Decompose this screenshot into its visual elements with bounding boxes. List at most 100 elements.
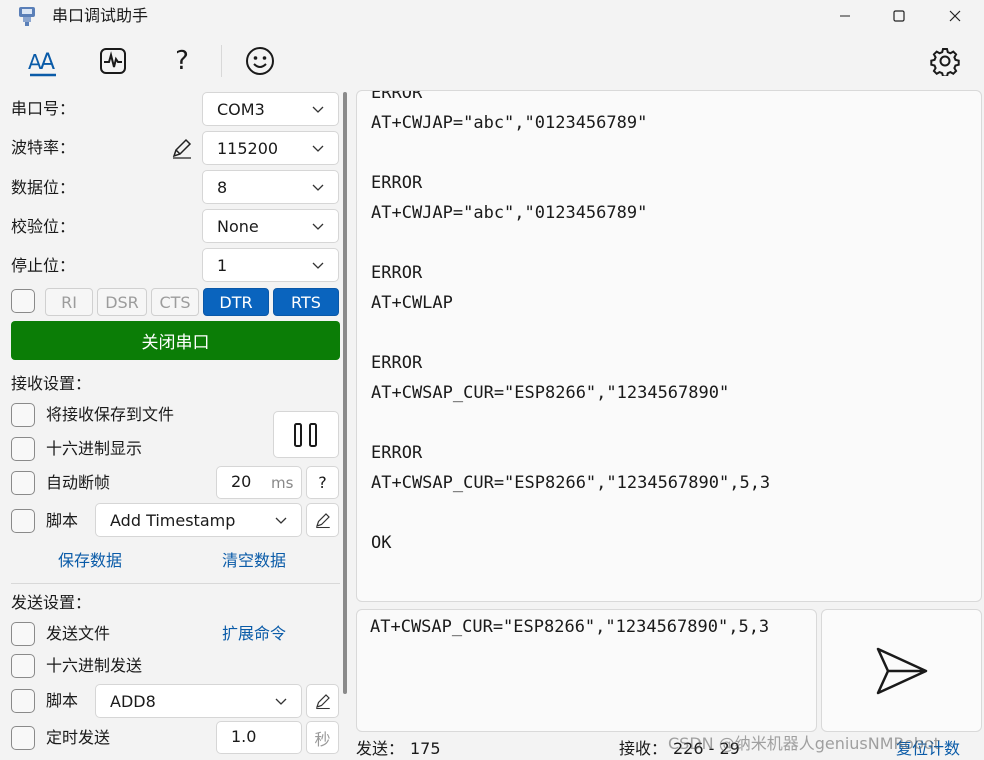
smiley-icon[interactable] bbox=[240, 43, 280, 79]
received-count-label: 接收： bbox=[619, 739, 668, 758]
stopbits-label: 停止位： bbox=[11, 256, 76, 275]
save-data-link[interactable]: 保存数据 bbox=[58, 550, 122, 572]
interval-unit: 秒 bbox=[306, 721, 339, 754]
timed-send-checkbox[interactable] bbox=[11, 726, 35, 750]
log-line: ERROR bbox=[371, 353, 423, 373]
chevron-down-icon bbox=[312, 223, 324, 230]
log-line: ERROR bbox=[371, 90, 423, 103]
extended-commands-link[interactable]: 扩展命令 bbox=[222, 623, 286, 645]
send-arrow-icon bbox=[876, 647, 927, 694]
send-file-checkbox[interactable] bbox=[11, 622, 35, 646]
databits-label: 数据位： bbox=[11, 178, 76, 197]
send-input-text: AT+CWSAP_CUR="ESP8266","1234567890",5,3 bbox=[370, 617, 770, 637]
chevron-down-icon bbox=[312, 184, 324, 191]
rts-toggle[interactable]: RTS bbox=[273, 288, 339, 316]
frame-ms-input[interactable]: 20 ms bbox=[216, 466, 302, 499]
chevron-down-icon bbox=[312, 145, 324, 152]
log-line: AT+CWJAP="abc","0123456789" bbox=[371, 203, 648, 223]
waveform-icon[interactable] bbox=[93, 43, 133, 79]
send-script-edit-button[interactable] bbox=[306, 684, 339, 718]
interval-value: 1.0 bbox=[231, 727, 257, 746]
send-script-checkbox[interactable] bbox=[11, 689, 35, 713]
baud-select[interactable]: 115200 bbox=[202, 131, 339, 165]
frame-ms-value: 20 bbox=[231, 472, 252, 491]
hex-display-label: 十六进制显示 bbox=[46, 439, 143, 458]
close-button[interactable] bbox=[932, 0, 978, 32]
save-to-file-label: 将接收保存到文件 bbox=[46, 405, 175, 424]
save-to-file-checkbox[interactable] bbox=[11, 403, 35, 427]
dtr-toggle[interactable]: DTR bbox=[203, 288, 269, 316]
databits-select[interactable]: 8 bbox=[202, 170, 339, 204]
parity-value: None bbox=[217, 216, 259, 236]
port-value: COM3 bbox=[217, 99, 265, 119]
send-script-select[interactable]: ADD8 bbox=[95, 684, 302, 718]
send-script-label: 脚本 bbox=[46, 691, 79, 710]
help-icon[interactable]: ? bbox=[162, 43, 202, 79]
svg-text:A: A bbox=[40, 50, 55, 75]
log-line: ERROR bbox=[371, 263, 423, 283]
receive-settings-heading: 接收设置： bbox=[11, 374, 92, 393]
databits-value: 8 bbox=[217, 177, 228, 197]
hex-display-checkbox[interactable] bbox=[11, 437, 35, 461]
send-script-value: ADD8 bbox=[110, 691, 156, 711]
frame-help-button[interactable]: ? bbox=[306, 466, 339, 499]
section-divider bbox=[11, 583, 340, 584]
close-port-button[interactable]: 关闭串口 bbox=[11, 321, 340, 360]
receive-script-edit-button[interactable] bbox=[306, 503, 339, 537]
parity-label: 校验位： bbox=[11, 217, 76, 236]
log-line: ERROR bbox=[371, 173, 423, 193]
watermark: CSDN @纳米机器人geniusNMRobot bbox=[668, 734, 940, 753]
receive-script-checkbox[interactable] bbox=[11, 509, 35, 533]
timed-send-label: 定时发送 bbox=[46, 728, 111, 747]
send-settings-heading: 发送设置： bbox=[11, 593, 92, 612]
receive-log[interactable]: ERROR AT+CWJAP="abc","0123456789" ERROR … bbox=[356, 90, 982, 602]
stopbits-value: 1 bbox=[217, 255, 228, 275]
interval-input[interactable]: 1.0 bbox=[216, 721, 302, 754]
toolbar-separator bbox=[221, 45, 222, 77]
frame-ms-unit: ms bbox=[271, 474, 294, 492]
send-button[interactable] bbox=[821, 609, 982, 732]
chevron-down-icon bbox=[312, 262, 324, 269]
maximize-button[interactable] bbox=[876, 0, 922, 32]
log-line: AT+CWSAP_CUR="ESP8266","1234567890" bbox=[371, 383, 730, 403]
parity-select[interactable]: None bbox=[202, 209, 339, 243]
settings-gear-icon[interactable] bbox=[925, 43, 965, 79]
cts-indicator[interactable]: CTS bbox=[151, 288, 199, 316]
serial-app-icon bbox=[16, 5, 38, 27]
baud-label: 波特率： bbox=[11, 138, 76, 157]
auto-frame-checkbox[interactable] bbox=[11, 471, 35, 495]
receive-script-select[interactable]: Add Timestamp bbox=[95, 503, 302, 537]
log-line: AT+CWSAP_CUR="ESP8266","1234567890",5,3 bbox=[371, 473, 771, 493]
hex-send-label: 十六进制发送 bbox=[46, 656, 143, 675]
sent-count: 175 bbox=[410, 739, 441, 758]
receive-script-label: 脚本 bbox=[46, 511, 79, 530]
send-input[interactable]: AT+CWSAP_CUR="ESP8266","1234567890",5,3 bbox=[356, 609, 817, 732]
edit-pen-icon bbox=[315, 513, 330, 529]
port-label: 串口号： bbox=[11, 99, 76, 118]
edit-pen-icon[interactable] bbox=[170, 136, 194, 160]
signals-checkbox[interactable] bbox=[11, 289, 35, 313]
stopbits-select[interactable]: 1 bbox=[202, 248, 339, 282]
pause-button[interactable] bbox=[273, 411, 339, 458]
log-line: ERROR bbox=[371, 443, 423, 463]
ri-indicator[interactable]: RI bbox=[45, 288, 93, 316]
send-file-label: 发送文件 bbox=[46, 624, 111, 643]
port-select[interactable]: COM3 bbox=[202, 92, 339, 126]
chevron-down-icon bbox=[275, 517, 287, 524]
serial-font-icon[interactable]: AA bbox=[23, 43, 63, 79]
minimize-button[interactable] bbox=[822, 0, 868, 32]
left-panel-scrollbar[interactable] bbox=[343, 92, 347, 694]
baud-value: 115200 bbox=[217, 138, 279, 158]
pause-icon bbox=[294, 422, 317, 447]
dsr-indicator[interactable]: DSR bbox=[97, 288, 147, 316]
receive-script-value: Add Timestamp bbox=[110, 510, 236, 530]
hex-send-checkbox[interactable] bbox=[11, 654, 35, 678]
log-line: OK bbox=[371, 533, 392, 553]
auto-frame-label: 自动断帧 bbox=[46, 473, 111, 492]
log-line: AT+CWLAP bbox=[371, 293, 453, 313]
log-line: AT+CWJAP="abc","0123456789" bbox=[371, 113, 648, 133]
chevron-down-icon bbox=[312, 106, 324, 113]
window-title: 串口调试助手 bbox=[52, 6, 149, 25]
clear-data-link[interactable]: 清空数据 bbox=[222, 550, 286, 572]
chevron-down-icon bbox=[275, 698, 287, 705]
